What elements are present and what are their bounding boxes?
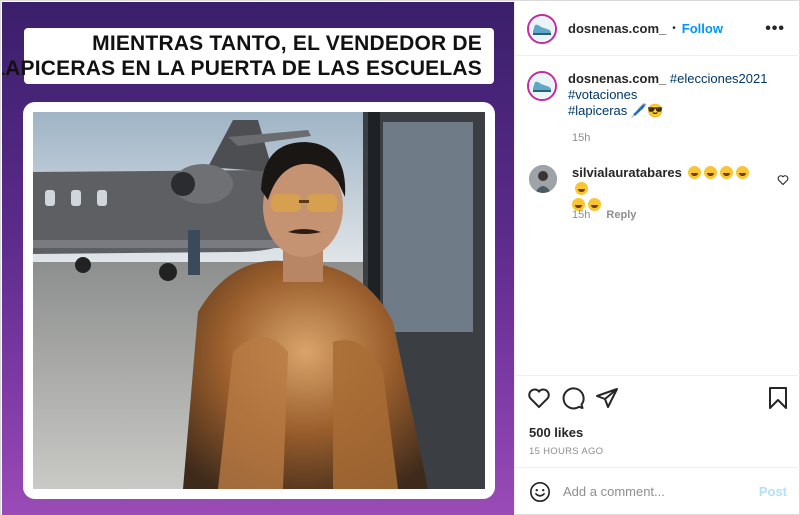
comment-time[interactable]: 15h	[572, 209, 590, 221]
action-icons	[527, 386, 629, 410]
header-username[interactable]: dosnenas.com_	[568, 21, 666, 36]
caption-avatar[interactable]	[527, 71, 557, 101]
post-image[interactable]: MIENTRAS TANTO, EL VENDEDOR DE LAPICERAS…	[2, 2, 514, 515]
sneaker-icon	[533, 81, 551, 92]
post-header: dosnenas.com_ • Follow •••	[515, 2, 800, 56]
heart-icon[interactable]	[527, 386, 551, 410]
commenter-username[interactable]: silvialauratabares	[572, 165, 682, 180]
comment-meta: 15h Reply	[572, 209, 649, 221]
comments-panel: dosnenas.com_ #elecciones2021 #votacione…	[515, 57, 800, 375]
sneaker-avatar-icon	[530, 16, 554, 41]
share-icon[interactable]	[595, 386, 619, 410]
caption-text: dosnenas.com_ #elecciones2021 #votacione…	[568, 71, 778, 119]
photo-card	[23, 102, 495, 499]
hashtag-elecciones2021[interactable]: #elecciones2021	[670, 71, 768, 86]
add-comment-bar: Post	[515, 467, 800, 515]
sneaker-icon	[533, 24, 551, 35]
author-avatar[interactable]	[527, 13, 557, 44]
sneaker-avatar-icon	[530, 74, 554, 98]
emoji-picker-icon[interactable]	[529, 481, 551, 503]
follow-button[interactable]: Follow	[682, 21, 723, 36]
post-modal: MIENTRAS TANTO, EL VENDEDOR DE LAPICERAS…	[0, 0, 800, 515]
comment-input[interactable]	[563, 484, 753, 499]
photo-illustration	[33, 112, 485, 489]
comment-like-heart-icon[interactable]	[777, 174, 789, 186]
comment-icon[interactable]	[561, 386, 585, 410]
meme-caption-line-1: MIENTRAS TANTO, EL VENDEDOR DE	[92, 32, 482, 55]
laughing-emoji-icon	[575, 182, 588, 195]
post-actions: 500 likes 15 HOURS AGO	[515, 375, 800, 467]
likes-count[interactable]: 500 likes	[529, 425, 583, 440]
meme-caption-line-2: LAPICERAS EN LA PUERTA DE LAS ESCUELAS	[2, 57, 482, 80]
commenter-avatar[interactable]	[529, 165, 557, 193]
header-separator: •	[672, 23, 676, 34]
caption-username[interactable]: dosnenas.com_	[568, 71, 666, 86]
laughing-emoji-icon	[720, 166, 734, 179]
caption-row: dosnenas.com_ #elecciones2021 #votacione…	[527, 71, 789, 119]
meme-photo	[33, 112, 485, 489]
laughing-emoji-icon	[688, 166, 702, 179]
comment-text: silvialauratabares	[572, 165, 762, 213]
post-sidebar: dosnenas.com_ • Follow ••• dosnenas.com_	[514, 2, 800, 515]
hashtag-lapiceras[interactable]: #lapiceras	[568, 103, 627, 118]
post-timestamp[interactable]: 15 HOURS AGO	[529, 446, 603, 457]
person-photo-icon	[529, 165, 557, 193]
post-comment-button[interactable]: Post	[759, 484, 787, 499]
caption-emoji: 🖊️😎	[630, 103, 664, 118]
hashtag-votaciones[interactable]: #votaciones	[568, 87, 637, 102]
laughing-emoji-icon	[704, 166, 718, 179]
caption-time[interactable]: 15h	[572, 132, 590, 144]
more-options-icon[interactable]: •••	[765, 20, 785, 38]
meme-caption-card: MIENTRAS TANTO, EL VENDEDOR DE LAPICERAS…	[2, 28, 494, 84]
comment-item: silvialauratabares	[527, 165, 789, 213]
reply-button[interactable]: Reply	[606, 209, 636, 221]
laughing-emoji-icon	[736, 166, 750, 179]
bookmark-icon[interactable]	[767, 386, 789, 410]
